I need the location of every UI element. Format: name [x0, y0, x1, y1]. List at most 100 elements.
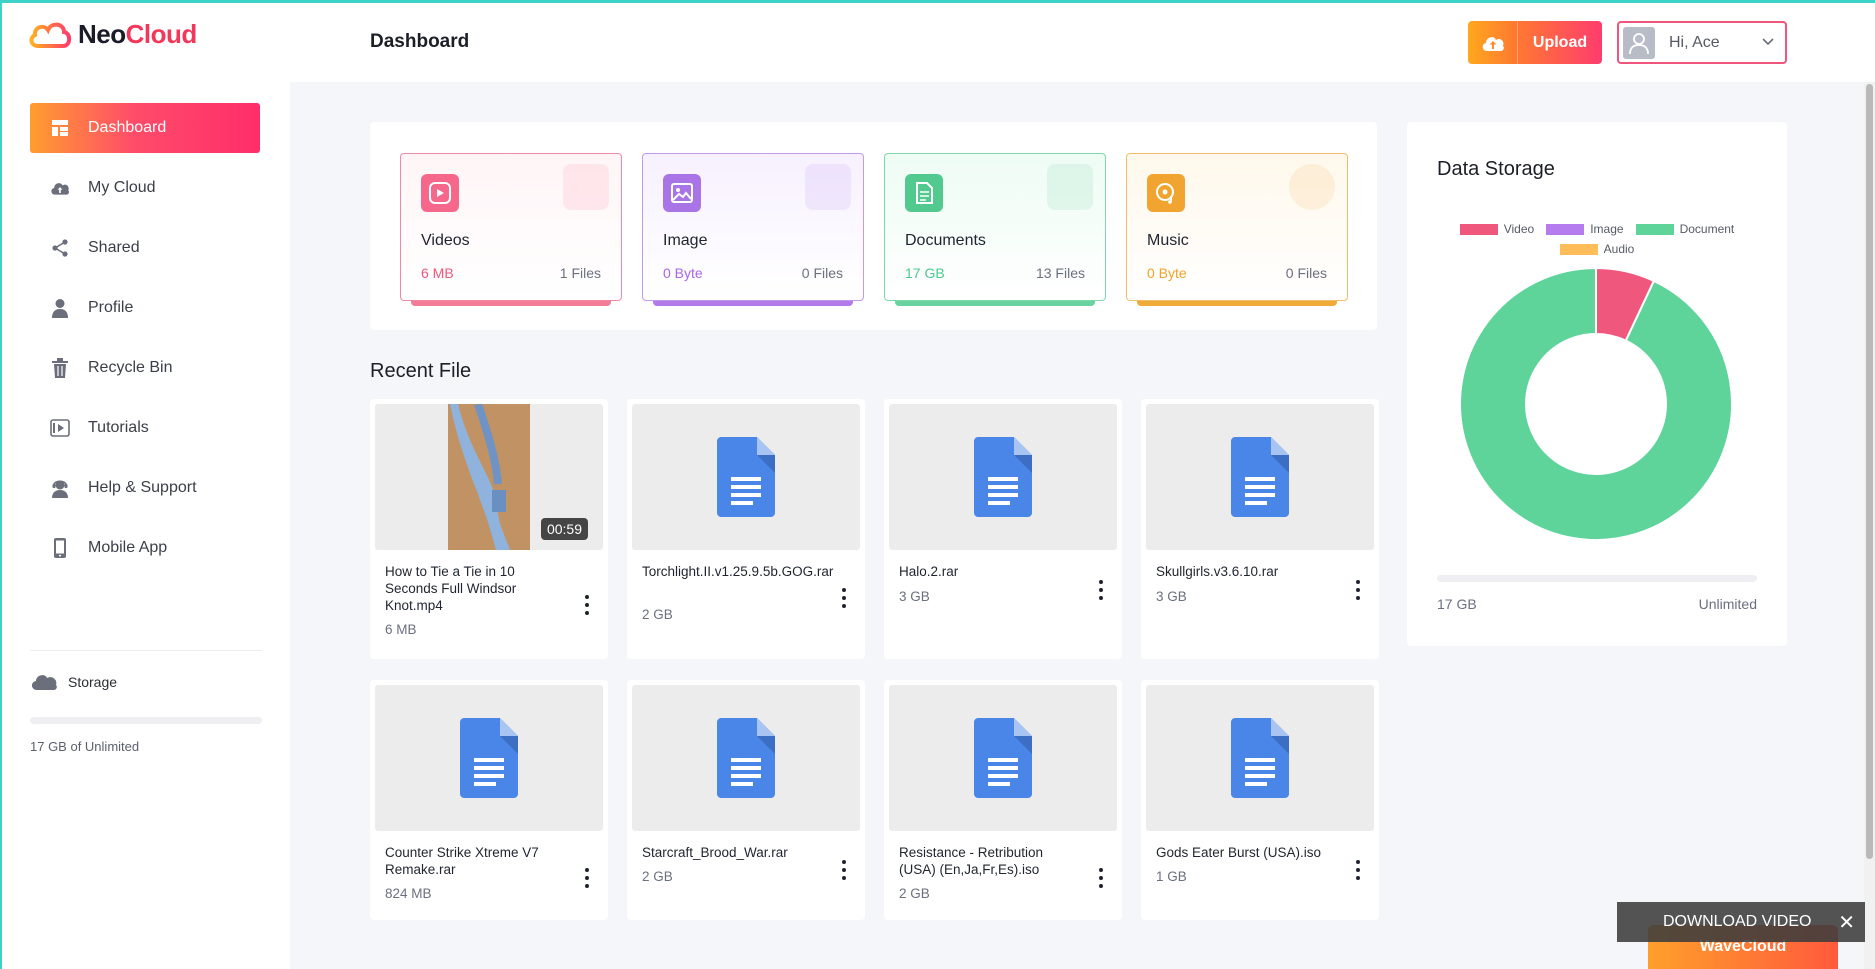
category-accent-bar	[1137, 301, 1337, 306]
image-icon	[663, 174, 701, 212]
legend-item-video[interactable]: Video	[1459, 222, 1534, 236]
close-icon[interactable]: ✕	[1838, 910, 1855, 935]
category-count: 13 Files	[1035, 265, 1085, 281]
user-menu-dropdown[interactable]: Hi, Ace	[1617, 21, 1787, 64]
sidebar-item-tutorials[interactable]: Tutorials	[30, 403, 260, 453]
category-name: Documents	[905, 232, 986, 249]
user-greeting: Hi, Ace	[1669, 33, 1720, 51]
video-reel-icon	[421, 174, 459, 212]
trash-icon	[50, 358, 70, 378]
download-video-button[interactable]: DOWNLOAD VIDEO ✕	[1617, 902, 1865, 942]
file-card[interactable]: Gods Eater Burst (USA).iso 1 GB	[1141, 680, 1379, 920]
category-size: 0 Byte	[1147, 265, 1187, 281]
category-size: 17 GB	[905, 265, 945, 281]
sidebar-item-label: Shared	[88, 239, 140, 256]
legend-item-image[interactable]: Image	[1546, 222, 1624, 236]
file-name: Skullgirls.v3.6.10.rar	[1156, 564, 1279, 579]
file-thumbnail[interactable]	[632, 404, 860, 550]
chevron-down-icon	[1762, 38, 1774, 46]
storage-capacity-value: Unlimited	[1698, 596, 1757, 612]
file-size: 3 GB	[1156, 589, 1187, 604]
file-thumbnail[interactable]	[889, 404, 1117, 550]
file-card[interactable]: Counter Strike Xtreme V7 Remake.rar 824 …	[370, 680, 608, 920]
category-card-videos[interactable]: Videos 6 MB 1 Files	[400, 153, 622, 306]
google-doc-icon	[717, 437, 775, 517]
legend-swatch	[1635, 223, 1674, 235]
file-card[interactable]: Skullgirls.v3.6.10.rar 3 GB	[1141, 399, 1379, 659]
file-card[interactable]: Torchlight.II.v1.25.9.5b.GOG.rar 2 GB	[627, 399, 865, 659]
support-agent-icon	[50, 478, 70, 498]
category-count: 0 Files	[801, 265, 843, 281]
file-more-menu-icon[interactable]	[1355, 860, 1361, 880]
file-more-menu-icon[interactable]	[1098, 868, 1104, 888]
page-scrollbar-thumb[interactable]	[1866, 84, 1873, 859]
sidebar-item-recycle-bin[interactable]: Recycle Bin	[30, 343, 260, 393]
file-more-menu-icon[interactable]	[841, 588, 847, 608]
sidebar-item-label: Tutorials	[88, 419, 149, 436]
neocloud-logo[interactable]: NeoCloud	[28, 18, 197, 50]
file-thumbnail[interactable]	[1146, 685, 1374, 831]
sidebar-item-label: Profile	[88, 299, 134, 316]
file-size: 6 MB	[385, 622, 417, 637]
tie-video-preview	[448, 404, 530, 550]
sidebar-item-dashboard[interactable]: Dashboard	[30, 103, 260, 153]
mobile-icon	[50, 538, 70, 558]
category-count: 1 Files	[559, 265, 601, 281]
file-size: 824 MB	[385, 886, 432, 901]
category-card-music[interactable]: Music 0 Byte 0 Files	[1126, 153, 1348, 306]
legend-item-audio[interactable]: Audio	[1559, 242, 1634, 256]
category-accent-bar	[895, 301, 1095, 306]
sidebar-divider	[30, 650, 262, 651]
file-thumbnail[interactable]	[632, 685, 860, 831]
category-count: 0 Files	[1285, 265, 1327, 281]
sidebar-storage-label: Storage	[30, 673, 117, 691]
category-card-documents[interactable]: Documents 17 GB 13 Files	[884, 153, 1106, 306]
file-name: How to Tie a Tie in 10 Seconds Full Wind…	[385, 564, 517, 613]
sidebar-item-my-cloud[interactable]: My Cloud	[30, 163, 260, 213]
legend-item-document[interactable]: Document	[1635, 222, 1734, 236]
file-more-menu-icon[interactable]	[1098, 580, 1104, 600]
file-more-menu-icon[interactable]	[584, 595, 590, 615]
upload-button[interactable]: Upload	[1468, 21, 1602, 64]
sidebar-storage-text: 17 GB of Unlimited	[30, 739, 140, 754]
file-name: Resistance - Retribution (USA) (En,Ja,Fr…	[899, 845, 1044, 877]
page-title: Dashboard	[370, 31, 470, 52]
sidebar-item-mobile-app[interactable]: Mobile App	[30, 523, 260, 573]
storage-label-text: Storage	[68, 674, 118, 690]
file-card[interactable]: Resistance - Retribution (USA) (En,Ja,Fr…	[884, 680, 1122, 920]
sidebar-item-label: Mobile App	[88, 539, 168, 556]
google-doc-icon	[974, 437, 1032, 517]
file-thumbnail[interactable]	[1146, 404, 1374, 550]
file-card[interactable]: Starcraft_Brood_War.rar 2 GB	[627, 680, 865, 920]
sidebar-item-profile[interactable]: Profile	[30, 283, 260, 333]
donut-slice-document[interactable]	[1460, 268, 1732, 540]
sidebar-item-help-support[interactable]: Help & Support	[30, 463, 260, 513]
cloud-icon	[31, 675, 57, 690]
category-size: 6 MB	[421, 265, 454, 281]
chart-legend: Video Image Document Audio	[1437, 222, 1757, 262]
file-name: Gods Eater Burst (USA).iso	[1156, 845, 1322, 860]
legend-swatch	[1559, 243, 1598, 255]
category-name: Image	[663, 232, 708, 249]
document-watermark-icon	[1047, 164, 1093, 210]
file-card[interactable]: 00:59 How to Tie a Tie in 10 Seconds Ful…	[370, 399, 608, 659]
sidebar-item-shared[interactable]: Shared	[30, 223, 260, 273]
file-card[interactable]: Halo.2.rar 3 GB	[884, 399, 1122, 659]
file-size: 2 GB	[642, 869, 673, 884]
category-card-image[interactable]: Image 0 Byte 0 Files	[642, 153, 864, 306]
image-watermark-icon	[805, 164, 851, 210]
video-thumbnail[interactable]: 00:59	[375, 404, 603, 550]
file-more-menu-icon[interactable]	[1355, 580, 1361, 600]
file-size: 1 GB	[1156, 869, 1187, 884]
file-name: Torchlight.II.v1.25.9.5b.GOG.rar	[642, 564, 834, 579]
file-more-menu-icon[interactable]	[841, 860, 847, 880]
video-watermark-icon	[563, 164, 609, 210]
file-more-menu-icon[interactable]	[584, 868, 590, 888]
sidebar-storage-bar	[30, 717, 262, 724]
category-name: Videos	[421, 232, 470, 249]
file-thumbnail[interactable]	[889, 685, 1117, 831]
music-disc-icon	[1147, 174, 1185, 212]
file-thumbnail[interactable]	[375, 685, 603, 831]
storage-used-value: 17 GB	[1437, 596, 1477, 612]
data-storage-title: Data Storage	[1437, 158, 1555, 180]
